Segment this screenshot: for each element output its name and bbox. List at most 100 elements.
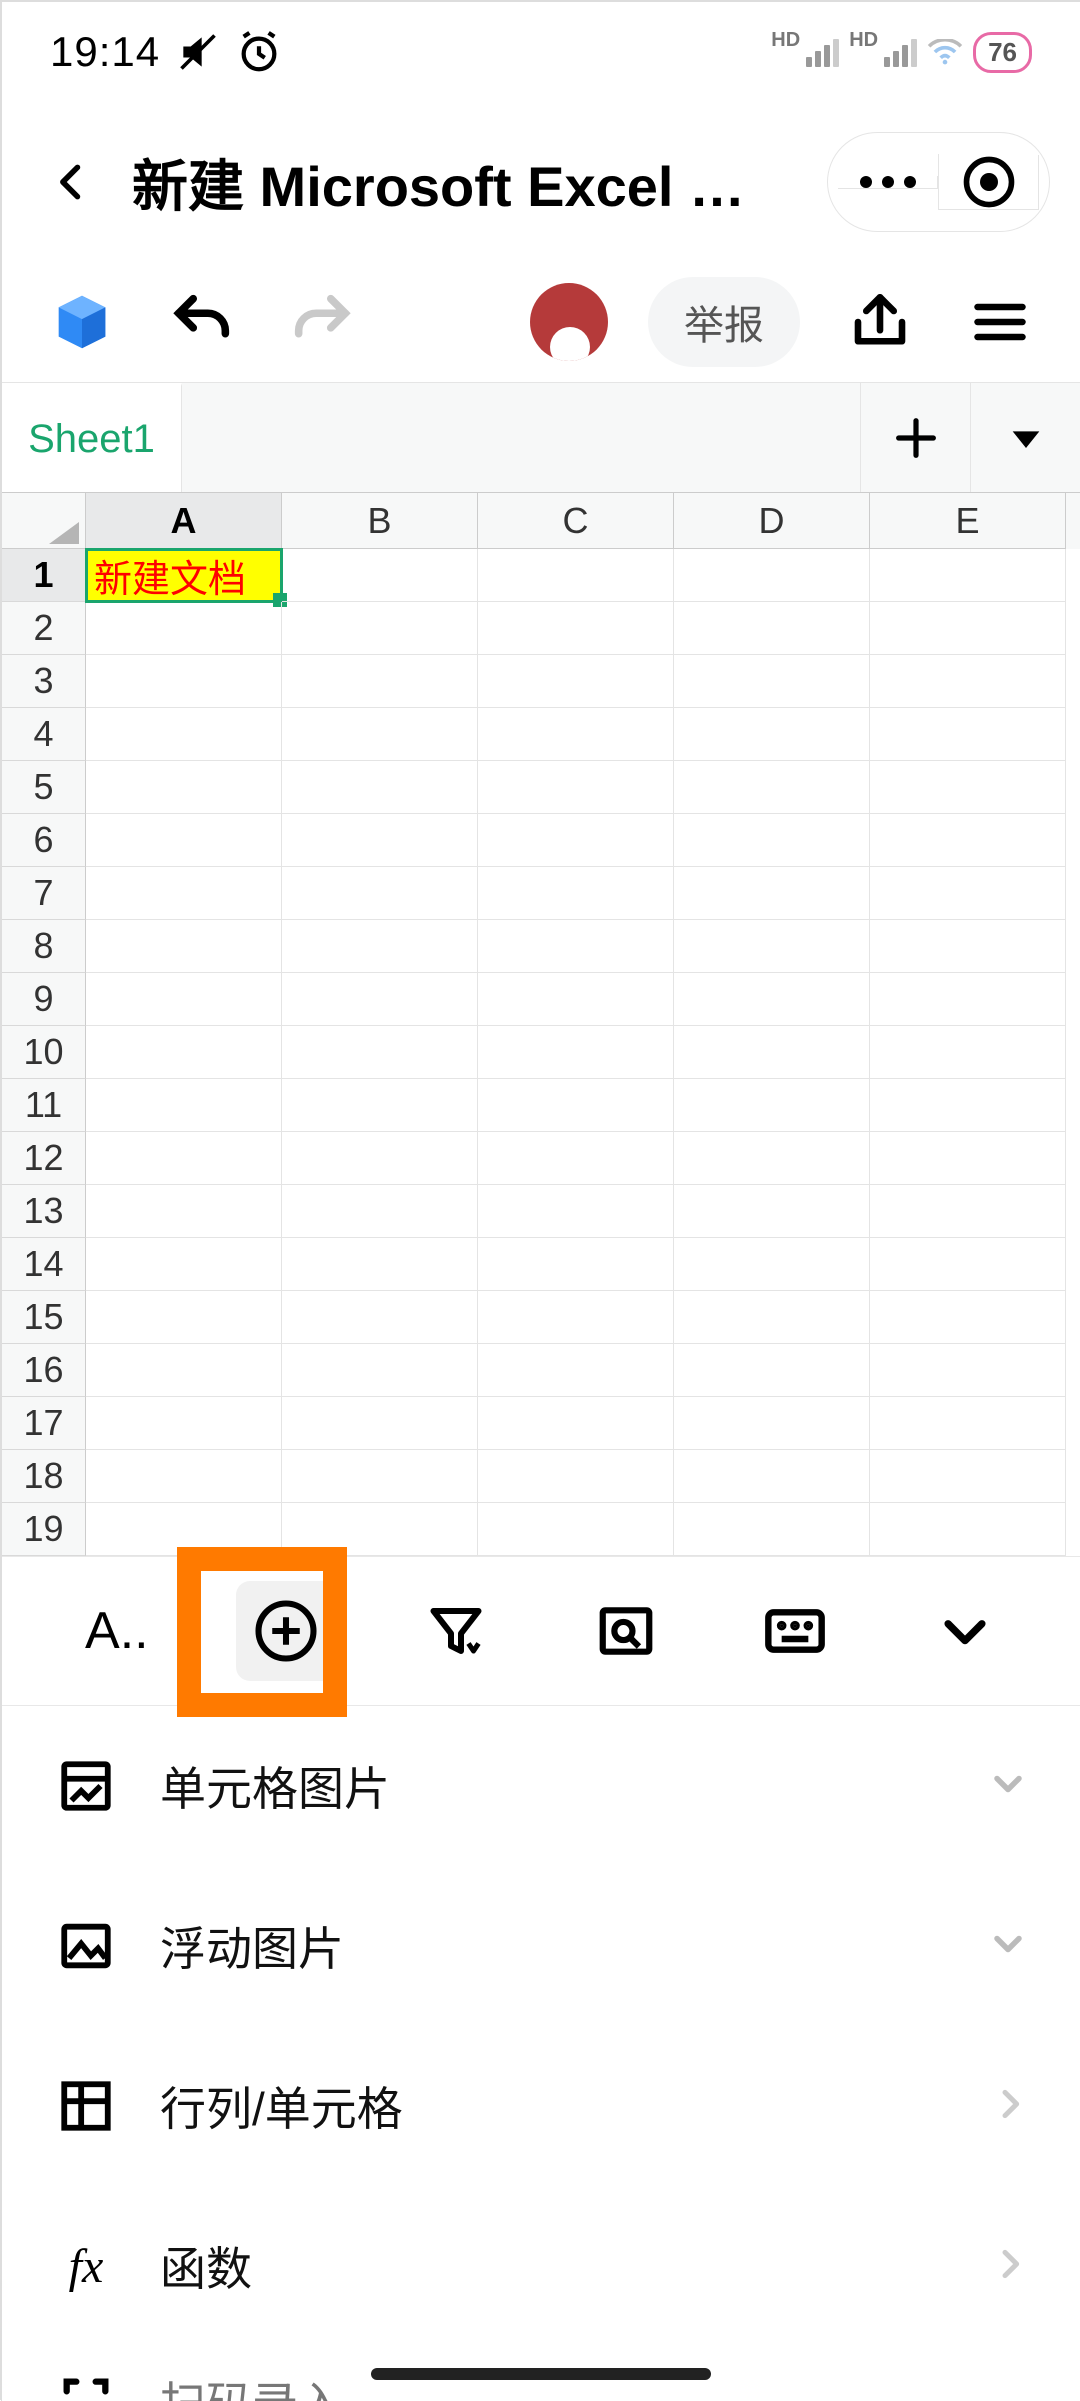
cell-E6[interactable] bbox=[870, 814, 1066, 867]
cell-A6[interactable] bbox=[86, 814, 282, 867]
spreadsheet-grid[interactable]: A B C D E 1新建文档2345678910111213141516171… bbox=[2, 492, 1080, 1556]
row-header-1[interactable]: 1 bbox=[2, 549, 86, 602]
select-all-corner[interactable] bbox=[2, 493, 86, 549]
cell-D7[interactable] bbox=[674, 867, 870, 920]
cell-B2[interactable] bbox=[282, 602, 478, 655]
cell-D6[interactable] bbox=[674, 814, 870, 867]
cell-D12[interactable] bbox=[674, 1132, 870, 1185]
cell-D4[interactable] bbox=[674, 708, 870, 761]
row-header-18[interactable]: 18 bbox=[2, 1450, 86, 1503]
cell-E19[interactable] bbox=[870, 1503, 1066, 1556]
cell-E1[interactable] bbox=[870, 549, 1066, 602]
cell-B4[interactable] bbox=[282, 708, 478, 761]
cell-C15[interactable] bbox=[478, 1291, 674, 1344]
col-header-C[interactable]: C bbox=[478, 493, 674, 549]
cell-C4[interactable] bbox=[478, 708, 674, 761]
redo-button[interactable] bbox=[282, 282, 362, 362]
cell-B1[interactable] bbox=[282, 549, 478, 602]
insert-rows-cols[interactable]: 行列/单元格 bbox=[2, 2026, 1080, 2186]
cell-B15[interactable] bbox=[282, 1291, 478, 1344]
cell-B7[interactable] bbox=[282, 867, 478, 920]
cell-D1[interactable] bbox=[674, 549, 870, 602]
cell-E3[interactable] bbox=[870, 655, 1066, 708]
cell-D2[interactable] bbox=[674, 602, 870, 655]
cell-B3[interactable] bbox=[282, 655, 478, 708]
cell-A12[interactable] bbox=[86, 1132, 282, 1185]
cell-B10[interactable] bbox=[282, 1026, 478, 1079]
user-avatar[interactable] bbox=[530, 283, 608, 361]
cell-A14[interactable] bbox=[86, 1238, 282, 1291]
cell-D5[interactable] bbox=[674, 761, 870, 814]
app-logo-icon[interactable] bbox=[42, 282, 122, 362]
cell-E5[interactable] bbox=[870, 761, 1066, 814]
cell-C12[interactable] bbox=[478, 1132, 674, 1185]
cell-E2[interactable] bbox=[870, 602, 1066, 655]
cell-D16[interactable] bbox=[674, 1344, 870, 1397]
cell-A10[interactable] bbox=[86, 1026, 282, 1079]
cell-C3[interactable] bbox=[478, 655, 674, 708]
row-header-15[interactable]: 15 bbox=[2, 1291, 86, 1344]
sheet-tab-1[interactable]: Sheet1 bbox=[2, 383, 182, 492]
cell-C19[interactable] bbox=[478, 1503, 674, 1556]
row-header-5[interactable]: 5 bbox=[2, 761, 86, 814]
row-header-13[interactable]: 13 bbox=[2, 1185, 86, 1238]
close-button[interactable] bbox=[939, 155, 1039, 210]
format-button[interactable]: A.. bbox=[67, 1581, 167, 1681]
cell-C11[interactable] bbox=[478, 1079, 674, 1132]
row-header-3[interactable]: 3 bbox=[2, 655, 86, 708]
cell-D18[interactable] bbox=[674, 1450, 870, 1503]
row-header-2[interactable]: 2 bbox=[2, 602, 86, 655]
cell-D3[interactable] bbox=[674, 655, 870, 708]
cell-C5[interactable] bbox=[478, 761, 674, 814]
cell-B11[interactable] bbox=[282, 1079, 478, 1132]
cell-D9[interactable] bbox=[674, 973, 870, 1026]
filter-button[interactable] bbox=[406, 1581, 506, 1681]
cell-A2[interactable] bbox=[86, 602, 282, 655]
cell-A3[interactable] bbox=[86, 655, 282, 708]
insert-button[interactable] bbox=[236, 1581, 336, 1681]
cell-A19[interactable] bbox=[86, 1503, 282, 1556]
row-header-10[interactable]: 10 bbox=[2, 1026, 86, 1079]
cell-E16[interactable] bbox=[870, 1344, 1066, 1397]
cell-B8[interactable] bbox=[282, 920, 478, 973]
back-button[interactable] bbox=[42, 160, 102, 204]
collapse-button[interactable] bbox=[915, 1581, 1015, 1681]
cell-C17[interactable] bbox=[478, 1397, 674, 1450]
row-header-4[interactable]: 4 bbox=[2, 708, 86, 761]
cell-C14[interactable] bbox=[478, 1238, 674, 1291]
cell-A13[interactable] bbox=[86, 1185, 282, 1238]
cell-B14[interactable] bbox=[282, 1238, 478, 1291]
cell-E14[interactable] bbox=[870, 1238, 1066, 1291]
cell-D14[interactable] bbox=[674, 1238, 870, 1291]
cell-B5[interactable] bbox=[282, 761, 478, 814]
cell-A11[interactable] bbox=[86, 1079, 282, 1132]
cell-E12[interactable] bbox=[870, 1132, 1066, 1185]
report-button[interactable]: 举报 bbox=[648, 277, 800, 367]
cell-E18[interactable] bbox=[870, 1450, 1066, 1503]
cell-E4[interactable] bbox=[870, 708, 1066, 761]
col-header-E[interactable]: E bbox=[870, 493, 1066, 549]
row-header-6[interactable]: 6 bbox=[2, 814, 86, 867]
cell-E13[interactable] bbox=[870, 1185, 1066, 1238]
cell-D11[interactable] bbox=[674, 1079, 870, 1132]
cell-B6[interactable] bbox=[282, 814, 478, 867]
cell-A4[interactable] bbox=[86, 708, 282, 761]
cell-C6[interactable] bbox=[478, 814, 674, 867]
cell-A15[interactable] bbox=[86, 1291, 282, 1344]
cell-D15[interactable] bbox=[674, 1291, 870, 1344]
share-button[interactable] bbox=[840, 282, 920, 362]
row-header-17[interactable]: 17 bbox=[2, 1397, 86, 1450]
cell-D19[interactable] bbox=[674, 1503, 870, 1556]
cell-E15[interactable] bbox=[870, 1291, 1066, 1344]
cell-C10[interactable] bbox=[478, 1026, 674, 1079]
col-header-D[interactable]: D bbox=[674, 493, 870, 549]
add-sheet-button[interactable] bbox=[860, 383, 970, 492]
insert-floating-image[interactable]: 浮动图片 bbox=[2, 1866, 1080, 2026]
cell-B17[interactable] bbox=[282, 1397, 478, 1450]
keyboard-button[interactable] bbox=[745, 1581, 845, 1681]
cell-A1[interactable]: 新建文档 bbox=[86, 549, 282, 602]
cell-B19[interactable] bbox=[282, 1503, 478, 1556]
cell-A7[interactable] bbox=[86, 867, 282, 920]
cell-E8[interactable] bbox=[870, 920, 1066, 973]
cell-C8[interactable] bbox=[478, 920, 674, 973]
